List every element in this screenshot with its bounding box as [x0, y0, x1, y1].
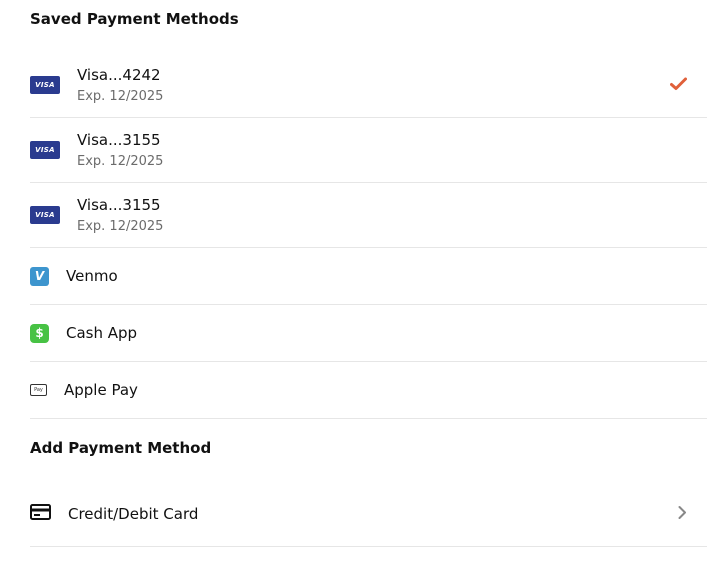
payment-method-cash-app[interactable]: $ Cash App — [30, 305, 707, 362]
card-expiry: Exp. 12/2025 — [77, 218, 164, 234]
add-credit-debit-card[interactable]: Credit/Debit Card — [30, 482, 707, 547]
payment-methods-panel: Saved Payment Methods VISA Visa...4242 E… — [0, 0, 709, 567]
payment-method-label: Apple Pay — [64, 381, 138, 399]
apple-pay-icon: Pay — [30, 384, 47, 396]
payment-method-card[interactable]: VISA Visa...3155 Exp. 12/2025 — [30, 118, 707, 183]
card-label: Visa...3155 — [77, 130, 161, 149]
chevron-right-icon — [678, 505, 687, 524]
payment-method-label: Cash App — [66, 324, 138, 342]
visa-card-icon: VISA — [30, 206, 60, 224]
credit-card-icon — [30, 504, 51, 524]
cash-app-icon: $ — [30, 323, 49, 343]
add-method-label: Credit/Debit Card — [68, 505, 199, 523]
card-label: Visa...3155 — [77, 195, 161, 214]
add-payment-method-heading: Add Payment Method — [30, 439, 212, 457]
visa-card-icon: VISA — [30, 141, 60, 159]
saved-payment-methods-heading: Saved Payment Methods — [30, 10, 239, 28]
visa-card-icon: VISA — [30, 76, 60, 94]
payment-method-venmo[interactable]: V Venmo — [30, 248, 707, 305]
card-expiry: Exp. 12/2025 — [77, 153, 164, 169]
card-expiry: Exp. 12/2025 — [77, 88, 164, 104]
payment-method-label: Venmo — [66, 267, 118, 285]
payment-method-card[interactable]: VISA Visa...4242 Exp. 12/2025 — [30, 53, 707, 118]
payment-method-card[interactable]: VISA Visa...3155 Exp. 12/2025 — [30, 183, 707, 248]
venmo-icon: V — [30, 266, 49, 286]
card-label: Visa...4242 — [77, 65, 161, 84]
payment-method-apple-pay[interactable]: Pay Apple Pay — [30, 362, 707, 419]
selected-check-icon — [670, 76, 687, 95]
